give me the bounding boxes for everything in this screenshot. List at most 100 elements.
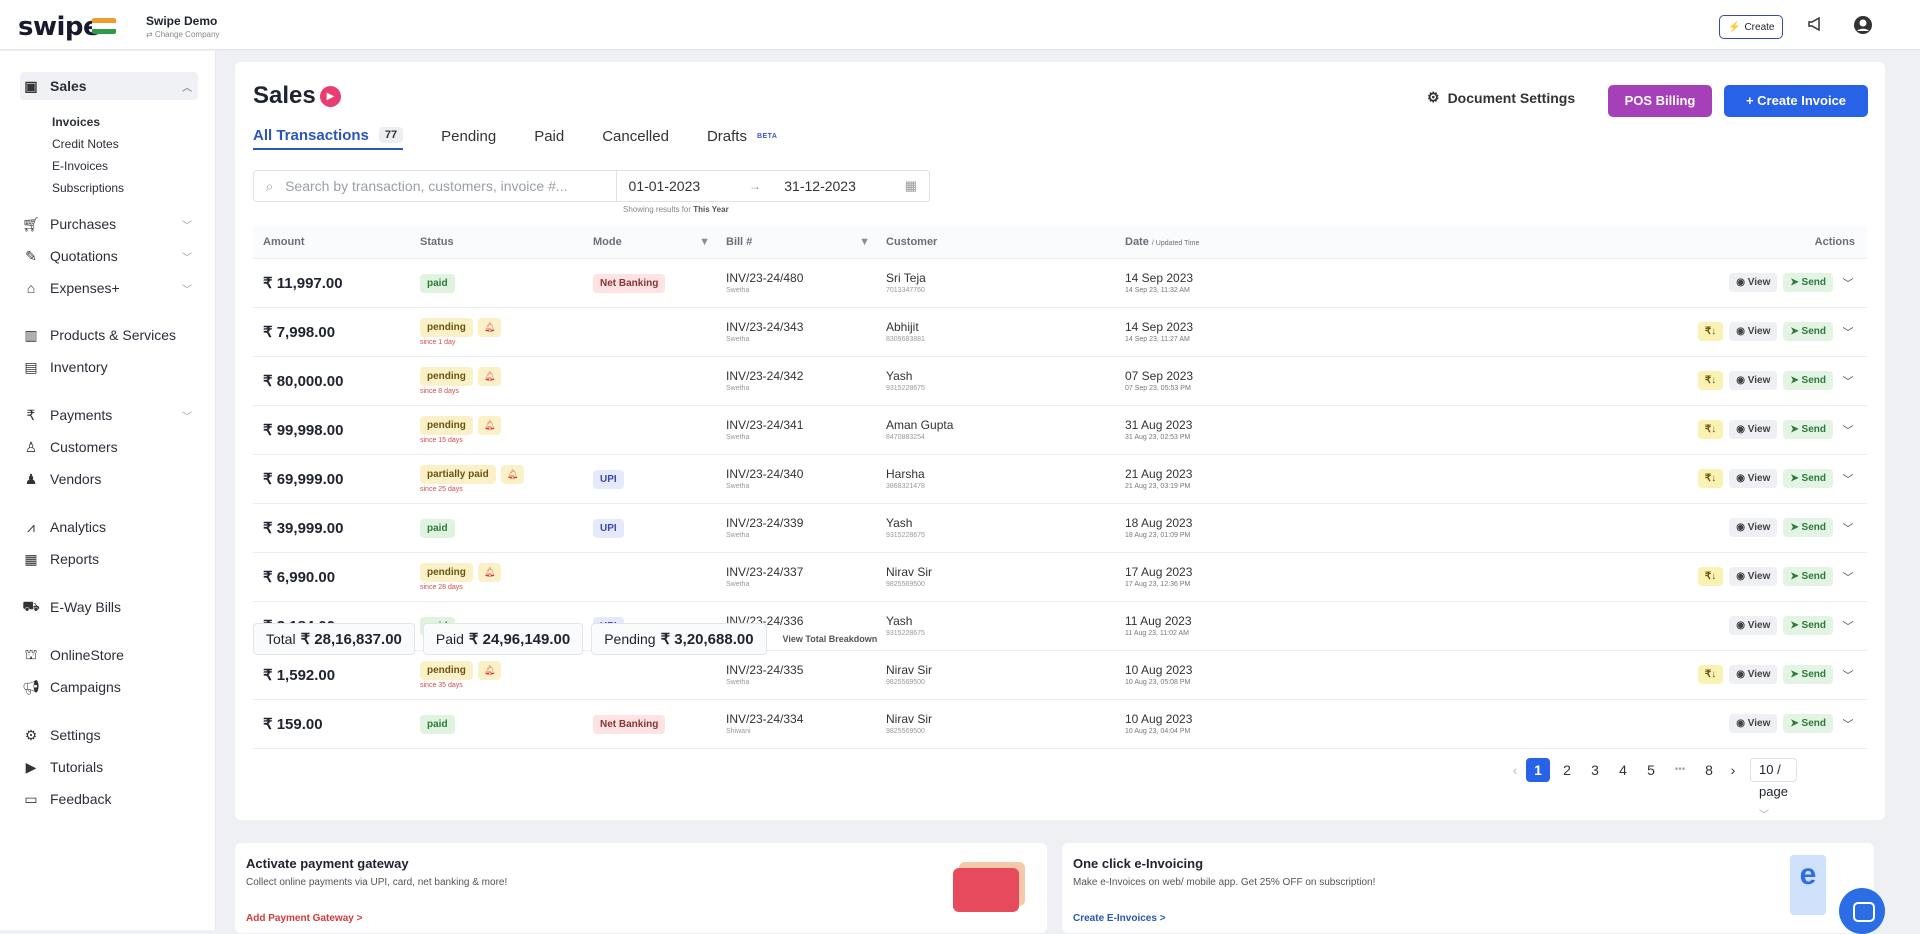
sidebar-sub-invoices[interactable]: Invoices — [52, 115, 100, 129]
sidebar-item-customers[interactable]: ♙ Customers — [20, 433, 198, 461]
bill-number[interactable]: INV/23-24/334 — [726, 712, 876, 726]
send-button[interactable]: ➤ Send — [1783, 714, 1833, 733]
col-bill[interactable]: Bill # ▼ — [716, 226, 876, 259]
tab-pending[interactable]: Pending — [441, 122, 496, 150]
page-2[interactable]: 2 — [1558, 758, 1576, 782]
sidebar-item-payments[interactable]: ₹ Payments ﹀ — [20, 401, 198, 429]
send-button[interactable]: ➤ Send — [1783, 469, 1833, 488]
send-button[interactable]: ➤ Send — [1783, 420, 1833, 439]
top-create-button[interactable]: ⚡ Create — [1719, 15, 1784, 39]
chat-support-icon[interactable] — [1839, 888, 1885, 934]
table-row[interactable]: ₹ 1,592.00 pending 🔔︎ since 35 days INV/23… — [253, 650, 1867, 700]
view-button[interactable]: ◉ View — [1729, 322, 1778, 341]
page-3[interactable]: 3 — [1586, 758, 1604, 782]
record-payment-button[interactable]: ₹↓ — [1697, 665, 1724, 684]
user-avatar-icon[interactable] — [1853, 15, 1873, 35]
view-button[interactable]: ◉ View — [1729, 469, 1778, 488]
sidebar-item-sales[interactable]: ▣ Sales ︿ — [20, 72, 198, 100]
col-date[interactable]: Date / Updated Time — [1115, 226, 1415, 259]
send-button[interactable]: ➤ Send — [1783, 273, 1833, 292]
customer-name[interactable]: Nirav Sir — [886, 565, 1115, 579]
sidebar-item-tutorials[interactable]: ▶ Tutorials — [20, 753, 198, 781]
chevron-down-icon[interactable]: ﹀ — [1839, 667, 1857, 683]
chevron-down-icon[interactable]: ﹀ — [1839, 275, 1857, 291]
view-button[interactable]: ◉ View — [1729, 371, 1778, 390]
customer-name[interactable]: Yash — [886, 516, 1115, 530]
send-button[interactable]: ➤ Send — [1783, 518, 1833, 537]
sidebar-item-settings[interactable]: ⚙ Settings — [20, 721, 198, 749]
col-status[interactable]: Status — [410, 226, 583, 259]
calendar-icon[interactable]: ▦ — [905, 178, 917, 194]
bill-number[interactable]: INV/23-24/343 — [726, 320, 876, 334]
sidebar-item-feedback[interactable]: ▭ Feedback — [20, 785, 198, 813]
page-ellipsis[interactable]: ••• — [1668, 758, 1692, 782]
chevron-down-icon[interactable]: ﹀ — [1839, 520, 1857, 536]
view-button[interactable]: ◉ View — [1729, 616, 1778, 635]
table-row[interactable]: ₹ 80,000.00 pending 🔔︎ since 8 days INV/23… — [253, 356, 1867, 406]
customer-name[interactable]: Yash — [886, 369, 1115, 383]
bill-number[interactable]: INV/23-24/337 — [726, 565, 876, 579]
customer-name[interactable]: Sri Teja — [886, 271, 1115, 285]
filter-icon[interactable]: ▼ — [699, 236, 710, 248]
send-button[interactable]: ➤ Send — [1783, 616, 1833, 635]
sidebar-item-products[interactable]: ▥ Products & Services — [20, 321, 198, 349]
table-row[interactable]: ₹ 69,999.00 partially paid 🔔︎ since 25 day… — [253, 454, 1867, 504]
play-video-icon[interactable]: ▶ — [320, 86, 341, 107]
page-4[interactable]: 4 — [1614, 758, 1632, 782]
sidebar-item-vendors[interactable]: ♟ Vendors — [20, 465, 198, 493]
col-mode[interactable]: Mode ▼ — [583, 226, 716, 259]
view-button[interactable]: ◉ View — [1729, 420, 1778, 439]
search-input[interactable]: Search by transaction, customers, invoic… — [285, 178, 605, 194]
page-1[interactable]: 1 — [1526, 758, 1550, 782]
chevron-down-icon[interactable]: ﹀ — [1839, 471, 1857, 487]
record-payment-button[interactable]: ₹↓ — [1697, 371, 1724, 390]
view-button[interactable]: ◉ View — [1729, 273, 1778, 292]
page-size-select[interactable]: 10 / page ﹀ — [1750, 758, 1797, 821]
reminder-bell-icon[interactable]: 🔔︎ — [477, 416, 502, 435]
bill-number[interactable]: INV/23-24/340 — [726, 467, 876, 481]
chevron-down-icon[interactable]: ﹀ — [1839, 324, 1857, 340]
tab-all-transactions[interactable]: All Transactions 77 — [253, 122, 404, 150]
table-row[interactable]: ₹ 11,997.00 paid Net Banking INV/23-24/4… — [253, 258, 1867, 308]
view-button[interactable]: ◉ View — [1729, 518, 1778, 537]
table-row[interactable]: ₹ 39,999.00 paid UPI INV/23-24/339 Swetha… — [253, 503, 1867, 553]
reminder-bell-icon[interactable]: 🔔︎ — [500, 465, 525, 484]
sidebar-item-onlinestore[interactable]: ⛫ OnlineStore — [20, 641, 198, 669]
sidebar-item-inventory[interactable]: ▤ Inventory — [20, 353, 198, 381]
sidebar-item-expenses[interactable]: ⌂ Expenses+ ﹀ — [20, 274, 198, 302]
reminder-bell-icon[interactable]: 🔔︎ — [477, 661, 502, 680]
sidebar-item-reports[interactable]: ▦ Reports — [20, 545, 198, 573]
reminder-bell-icon[interactable]: 🔔︎ — [477, 367, 502, 386]
sidebar-sub-credit-notes[interactable]: Credit Notes — [52, 137, 119, 151]
customer-name[interactable]: Yash — [886, 614, 1115, 628]
tab-cancelled[interactable]: Cancelled — [602, 122, 669, 150]
tab-paid[interactable]: Paid — [534, 122, 564, 150]
sidebar-item-analytics[interactable]: ⩘ Analytics — [20, 513, 198, 541]
chevron-down-icon[interactable]: ﹀ — [1839, 373, 1857, 389]
company-switcher[interactable]: Swipe Demo ⇄ Change Company — [146, 14, 219, 39]
megaphone-icon[interactable] — [1806, 15, 1826, 35]
chevron-down-icon[interactable]: ﹀ — [1839, 618, 1857, 634]
filter-icon[interactable]: ▼ — [859, 236, 870, 248]
table-row[interactable]: ₹ 7,998.00 pending 🔔︎ since 1 day INV/23-2… — [253, 307, 1867, 357]
view-button[interactable]: ◉ View — [1729, 714, 1778, 733]
col-customer[interactable]: Customer — [876, 226, 1115, 259]
sidebar-item-purchases[interactable]: 🛒︎ Purchases ﹀ — [20, 210, 198, 238]
chevron-down-icon[interactable]: ﹀ — [1839, 716, 1857, 732]
bill-number[interactable]: INV/23-24/339 — [726, 516, 876, 530]
table-row[interactable]: ₹ 99,998.00 pending 🔔︎ since 15 days INV/2… — [253, 405, 1867, 455]
date-to-input[interactable]: 31-12-2023 — [784, 178, 904, 194]
chevron-down-icon[interactable]: ﹀ — [1839, 422, 1857, 438]
view-total-breakdown-link[interactable]: View Total Breakdown — [783, 634, 878, 644]
pos-billing-button[interactable]: POS Billing — [1608, 85, 1712, 117]
bill-number[interactable]: INV/23-24/342 — [726, 369, 876, 383]
customer-name[interactable]: Nirav Sir — [886, 663, 1115, 677]
record-payment-button[interactable]: ₹↓ — [1697, 420, 1724, 439]
tab-drafts[interactable]: Drafts BETA — [707, 122, 778, 150]
customer-name[interactable]: Abhijit — [886, 320, 1115, 334]
col-amount[interactable]: Amount — [253, 226, 410, 259]
customer-name[interactable]: Nirav Sir — [886, 712, 1115, 726]
page-5[interactable]: 5 — [1642, 758, 1660, 782]
customer-name[interactable]: Aman Gupta — [886, 418, 1115, 432]
sidebar-sub-subscriptions[interactable]: Subscriptions — [52, 181, 124, 195]
